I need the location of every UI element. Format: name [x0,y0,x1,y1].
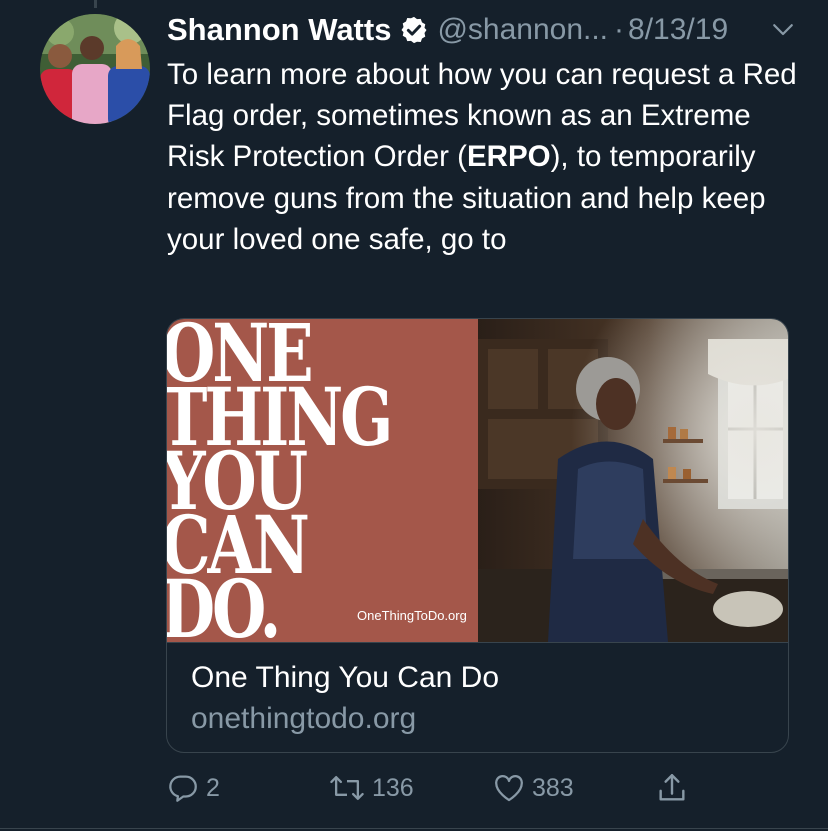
poster-text-line: DO. [167,562,281,642]
verified-badge-icon [399,15,429,45]
like-button[interactable]: 383 [492,768,574,808]
card-domain: onethingtodo.org [191,702,417,735]
heart-icon [492,771,526,805]
reply-button[interactable]: 2 [166,768,220,808]
tweet-text: To learn more about how you can request … [167,54,797,260]
author-handle[interactable]: @shannon... [437,13,608,47]
reply-icon [166,771,200,805]
share-icon [655,771,689,805]
reply-count: 2 [206,773,220,802]
retweet-count: 136 [372,773,414,802]
tweet-date[interactable]: 8/13/19 [628,13,728,47]
poster-url: OneThingToDo.org [357,608,467,623]
avatar[interactable] [40,14,150,124]
tweet-text-bold: ERPO [467,140,551,174]
thread-connector-line [94,0,97,8]
separator-dot: · [614,13,625,46]
like-count: 383 [532,773,574,802]
kitchen-photo [478,319,788,642]
tweet-bottom-border [0,828,828,829]
tweet-header: Shannon Watts @shannon... · 8/13/19 [167,10,798,50]
retweet-icon [328,771,366,805]
card-poster: ONE THING YOU CAN DO. OneThingToDo.org [167,319,478,642]
card-divider [167,642,788,643]
retweet-button[interactable]: 136 [328,768,414,808]
author-name[interactable]: Shannon Watts [167,12,391,48]
tweet-actions: 2 136 383 [166,768,706,808]
avatar-photo [40,14,150,124]
card-image: ONE THING YOU CAN DO. OneThingToDo.org [167,319,788,642]
link-card[interactable]: ONE THING YOU CAN DO. OneThingToDo.org O… [166,318,789,753]
card-title: One Thing You Can Do [191,661,500,694]
share-button[interactable] [655,768,689,808]
chevron-down-icon[interactable] [768,14,798,44]
